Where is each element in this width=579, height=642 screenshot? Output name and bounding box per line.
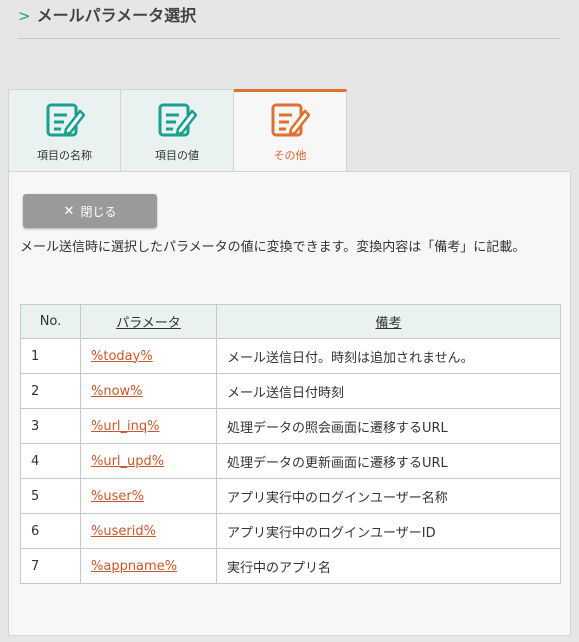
parameter-link[interactable]: %userid% [91,524,156,539]
row-note: 処理データの照会画面に遷移するURL [216,408,561,444]
close-button[interactable]: ✕ 閉じる [23,194,157,228]
tab-label: その他 [273,149,307,162]
row-no: 5 [20,478,81,514]
row-no: 6 [20,513,81,549]
parameter-link[interactable]: %appname% [91,559,177,574]
table-row: 6 %userid% アプリ実行中のログインユーザーID [20,513,561,549]
parameter-link[interactable]: %url_upd% [91,454,164,469]
tab-other[interactable]: その他 [234,89,347,173]
table-row: 2 %now% メール送信日付時刻 [20,373,561,409]
close-button-label: 閉じる [80,204,117,219]
row-no: 7 [20,548,81,584]
parameter-table: No. パラメータ 備考 1 %today% メール送信日付。時刻は追加されませ… [20,304,561,584]
tab-bar: 項目の名称 項目の値 その他 [8,89,347,173]
row-no: 2 [20,373,81,409]
table-row: 5 %user% アプリ実行中のログインユーザー名称 [20,478,561,514]
table-row: 7 %appname% 実行中のアプリ名 [20,548,561,584]
edit-document-icon [271,103,310,137]
table-row: 1 %today% メール送信日付。時刻は追加されません。 [20,338,561,374]
edit-document-icon [46,103,85,137]
tab-panel: ✕ 閉じる メール送信時に選択したパラメータの値に変換できます。変換内容は「備考… [8,171,571,636]
table-row: 4 %url_upd% 処理データの更新画面に遷移するURL [20,443,561,479]
tab-label: 項目の名称 [37,149,92,162]
tab-item-value[interactable]: 項目の値 [121,89,234,172]
close-icon: ✕ [63,203,75,219]
page-header: > メールパラメータ選択 [18,5,561,39]
parameter-link[interactable]: %today% [91,349,153,364]
row-note: アプリ実行中のログインユーザーID [216,513,561,549]
parameter-link[interactable]: %user% [91,489,144,504]
table-row: 3 %url_inq% 処理データの照会画面に遷移するURL [20,408,561,444]
edit-document-icon [158,103,197,137]
parameter-link[interactable]: %now% [91,384,143,399]
column-header-no: No. [20,304,81,339]
column-header-param[interactable]: パラメータ [80,304,217,339]
column-header-note[interactable]: 備考 [216,304,561,339]
page-title: メールパラメータ選択 [36,6,197,25]
row-note: 処理データの更新画面に遷移するURL [216,443,561,479]
row-note: メール送信日付時刻 [216,373,561,409]
row-no: 3 [20,408,81,444]
chevron-right-icon: > [18,7,31,25]
table-header-row: No. パラメータ 備考 [20,304,561,339]
description-text: メール送信時に選択したパラメータの値に変換できます。変換内容は「備考」に記載。 [20,240,526,255]
row-note: アプリ実行中のログインユーザー名称 [216,478,561,514]
tab-label: 項目の値 [155,149,199,162]
parameter-link[interactable]: %url_inq% [91,419,160,434]
row-no: 4 [20,443,81,479]
tab-item-name[interactable]: 項目の名称 [8,89,121,172]
row-note: 実行中のアプリ名 [216,548,561,584]
row-no: 1 [20,338,81,374]
row-note: メール送信日付。時刻は追加されません。 [216,338,561,374]
